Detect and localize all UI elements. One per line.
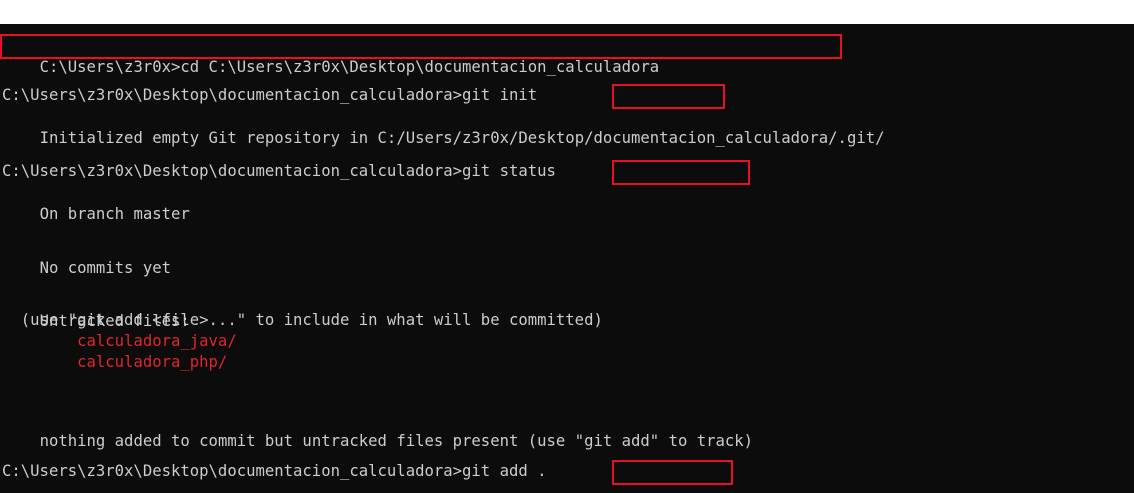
git-add-command: git add .	[462, 462, 547, 480]
terminal-line-cd: C:\Users\z3r0x>cd C:\Users\z3r0x\Desktop…	[2, 34, 660, 76]
branch-text: On branch master	[39, 205, 190, 223]
init-output-text: Initialized empty Git repository in C:/U…	[39, 129, 885, 147]
terminal-line-git-add: C:\Users\z3r0x\Desktop\documentacion_cal…	[2, 460, 547, 482]
cd-command-text: C:\Users\z3r0x>cd C:\Users\z3r0x\Desktop…	[39, 58, 660, 76]
terminal-line-untracked-php: calculadora_php/	[2, 351, 227, 373]
no-commits-text: No commits yet	[39, 259, 171, 277]
nothing-added-text: nothing added to commit but untracked fi…	[39, 432, 754, 450]
terminal-line-no-commits: No commits yet	[2, 235, 171, 277]
git-status-command: git status	[462, 162, 556, 180]
terminal-line-nothing-added: nothing added to commit but untracked fi…	[2, 408, 754, 450]
terminal-line-hint: (use "git add <file>..." to include in w…	[2, 309, 603, 331]
prompt-text: C:\Users\z3r0x\Desktop\documentacion_cal…	[2, 462, 463, 480]
hint-text: (use "git add <file>..." to include in w…	[2, 311, 603, 329]
terminal-line-init-output: Initialized empty Git repository in C:/U…	[2, 105, 885, 147]
highlight-box-git-status	[612, 160, 750, 185]
terminal-line-untracked-header: Untracked files:	[2, 288, 190, 330]
prompt-text: C:\Users\z3r0x\Desktop\documentacion_cal…	[2, 162, 463, 180]
terminal-window[interactable]: C:\Users\z3r0x>cd C:\Users\z3r0x\Desktop…	[0, 24, 1134, 493]
prompt-text: C:\Users\z3r0x\Desktop\documentacion_cal…	[2, 86, 463, 104]
untracked-file-java: calculadora_java/	[77, 332, 237, 350]
terminal-line-untracked-java: calculadora_java/	[2, 330, 237, 352]
highlight-box-git-add	[612, 460, 733, 485]
terminal-line-git-status: C:\Users\z3r0x\Desktop\documentacion_cal…	[2, 160, 556, 182]
terminal-line-branch: On branch master	[2, 181, 190, 223]
untracked-file-php: calculadora_php/	[77, 353, 228, 371]
terminal-line-git-init: C:\Users\z3r0x\Desktop\documentacion_cal…	[2, 84, 537, 106]
git-init-command: git init	[462, 86, 538, 104]
